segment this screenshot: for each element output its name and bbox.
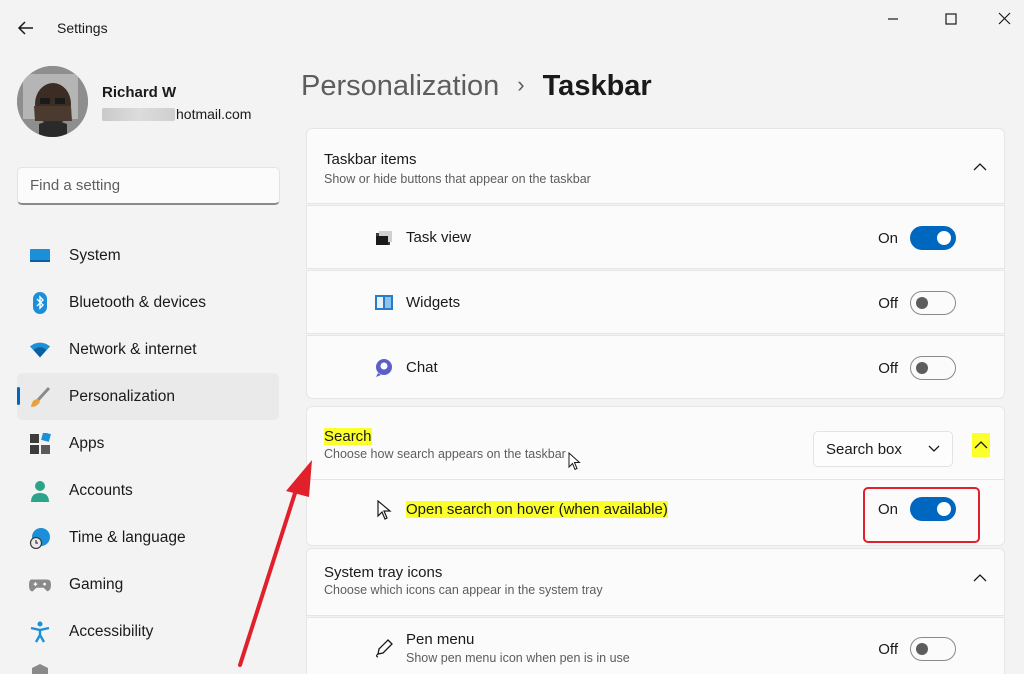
widgets-icon — [375, 295, 393, 310]
row-label: Pen menu — [406, 631, 475, 648]
email-domain: hotmail.com — [176, 106, 252, 122]
sidebar-item-label: System — [69, 246, 121, 264]
search-title-highlight: Search — [324, 428, 372, 445]
section-subtitle: Choose how search appears on the taskbar — [324, 447, 566, 461]
globe-clock-icon — [29, 527, 51, 549]
taskbar-items-header[interactable]: Taskbar items Show or hide buttons that … — [306, 128, 1005, 204]
breadcrumb-parent[interactable]: Personalization — [301, 70, 499, 102]
annotation-red-box — [863, 487, 980, 543]
sidebar-item-label: Personalization — [69, 387, 175, 405]
taskbar-item-row-chat: Chat Off — [306, 335, 1005, 399]
accessibility-icon — [29, 621, 51, 643]
sidebar-item-system[interactable]: System — [17, 232, 279, 279]
toggle-state-text: Off — [878, 641, 898, 658]
shield-icon — [29, 659, 51, 674]
avatar — [17, 66, 88, 137]
sidebar-item-label: Bluetooth & devices — [69, 293, 207, 311]
row-label: Task view — [406, 229, 472, 246]
chevron-up-icon — [974, 441, 988, 449]
divider — [307, 479, 1004, 480]
row-label: Widgets — [406, 294, 461, 311]
brush-icon — [29, 386, 51, 408]
toggle-state-text: Off — [878, 295, 898, 312]
find-setting-search-input[interactable]: Find a setting — [17, 167, 280, 205]
taskbar-item-row-widgets: Widgets Off — [306, 270, 1005, 334]
mouse-cursor-icon — [568, 452, 581, 471]
sidebar-item-network-internet[interactable]: Network & internet — [17, 326, 279, 373]
close-icon[interactable] — [991, 8, 1017, 30]
toggle-knob — [916, 362, 928, 374]
chevron-up-icon[interactable] — [973, 162, 987, 172]
widgets-toggle[interactable] — [910, 291, 956, 315]
sidebar-item-label: Accounts — [69, 481, 133, 499]
pen-menu-toggle[interactable] — [910, 637, 956, 661]
task-view-toggle[interactable] — [910, 226, 956, 250]
section-title: Search — [324, 428, 372, 445]
section-subtitle: Choose which icons can appear in the sys… — [324, 583, 603, 597]
sidebar-item-label: Accessibility — [69, 622, 154, 640]
search-section: Search Choose how search appears on the … — [306, 406, 1005, 546]
hover-search-label: Open search on hover (when available) — [406, 501, 668, 518]
gamepad-icon — [29, 574, 51, 596]
user-name: Richard W — [102, 84, 177, 101]
toggle-state-text: On — [877, 230, 898, 247]
breadcrumb-separator: › — [517, 72, 525, 97]
maximize-icon[interactable] — [938, 8, 964, 30]
bluetooth-icon — [29, 291, 51, 314]
row-label: Open search on hover (when available) — [406, 501, 668, 518]
sidebar-item-label: Gaming — [69, 575, 124, 593]
toggle-state-text: Off — [878, 360, 898, 377]
sidebar-item-label: Time & language — [69, 528, 186, 546]
sidebar-item-bluetooth-devices[interactable]: Bluetooth & devices — [17, 279, 279, 326]
tray-item-row-pen-menu: Pen menu Show pen menu icon when pen is … — [306, 617, 1005, 674]
chat-toggle[interactable] — [910, 356, 956, 380]
toggle-knob — [916, 297, 928, 309]
toggle-knob — [937, 231, 951, 245]
toggle-knob — [916, 643, 928, 655]
search-style-dropdown[interactable]: Search box — [813, 431, 953, 467]
system-icon — [29, 245, 51, 267]
section-subtitle: Show or hide buttons that appear on the … — [324, 172, 591, 186]
chevron-up-icon[interactable] — [973, 573, 987, 583]
apps-icon — [29, 432, 51, 455]
section-title: System tray icons — [324, 564, 443, 581]
chevron-down-icon — [928, 445, 940, 452]
title-bar: Settings — [0, 0, 1024, 56]
sidebar-item-label: Network & internet — [69, 340, 197, 358]
pen-icon — [375, 639, 393, 658]
row-label: Chat — [406, 359, 438, 376]
dropdown-value: Search box — [826, 440, 902, 458]
row-sublabel: Show pen menu icon when pen is in use — [406, 651, 630, 665]
taskbar-item-row-task-view: Task view On — [306, 205, 1005, 269]
sidebar-item-personalization[interactable]: Personalization — [17, 373, 279, 420]
chat-icon — [376, 359, 392, 377]
wifi-icon — [29, 339, 51, 361]
sidebar-item-label: Apps — [69, 434, 105, 452]
user-email: hotmail.com — [102, 106, 251, 122]
collapse-highlight[interactable] — [972, 433, 990, 457]
minimize-icon[interactable] — [880, 8, 906, 30]
window-title: Settings — [57, 20, 108, 36]
breadcrumb: Personalization › Taskbar — [301, 70, 652, 103]
system-tray-header[interactable]: System tray icons Choose which icons can… — [306, 548, 1005, 616]
section-title: Taskbar items — [324, 151, 417, 168]
pointer-icon — [377, 500, 392, 520]
annotation-red-arrow — [238, 460, 312, 667]
redacted-email-user — [102, 107, 175, 121]
back-arrow-icon[interactable] — [14, 16, 38, 40]
task-view-icon — [376, 231, 392, 245]
page-title: Taskbar — [542, 70, 652, 102]
person-icon — [29, 480, 51, 502]
